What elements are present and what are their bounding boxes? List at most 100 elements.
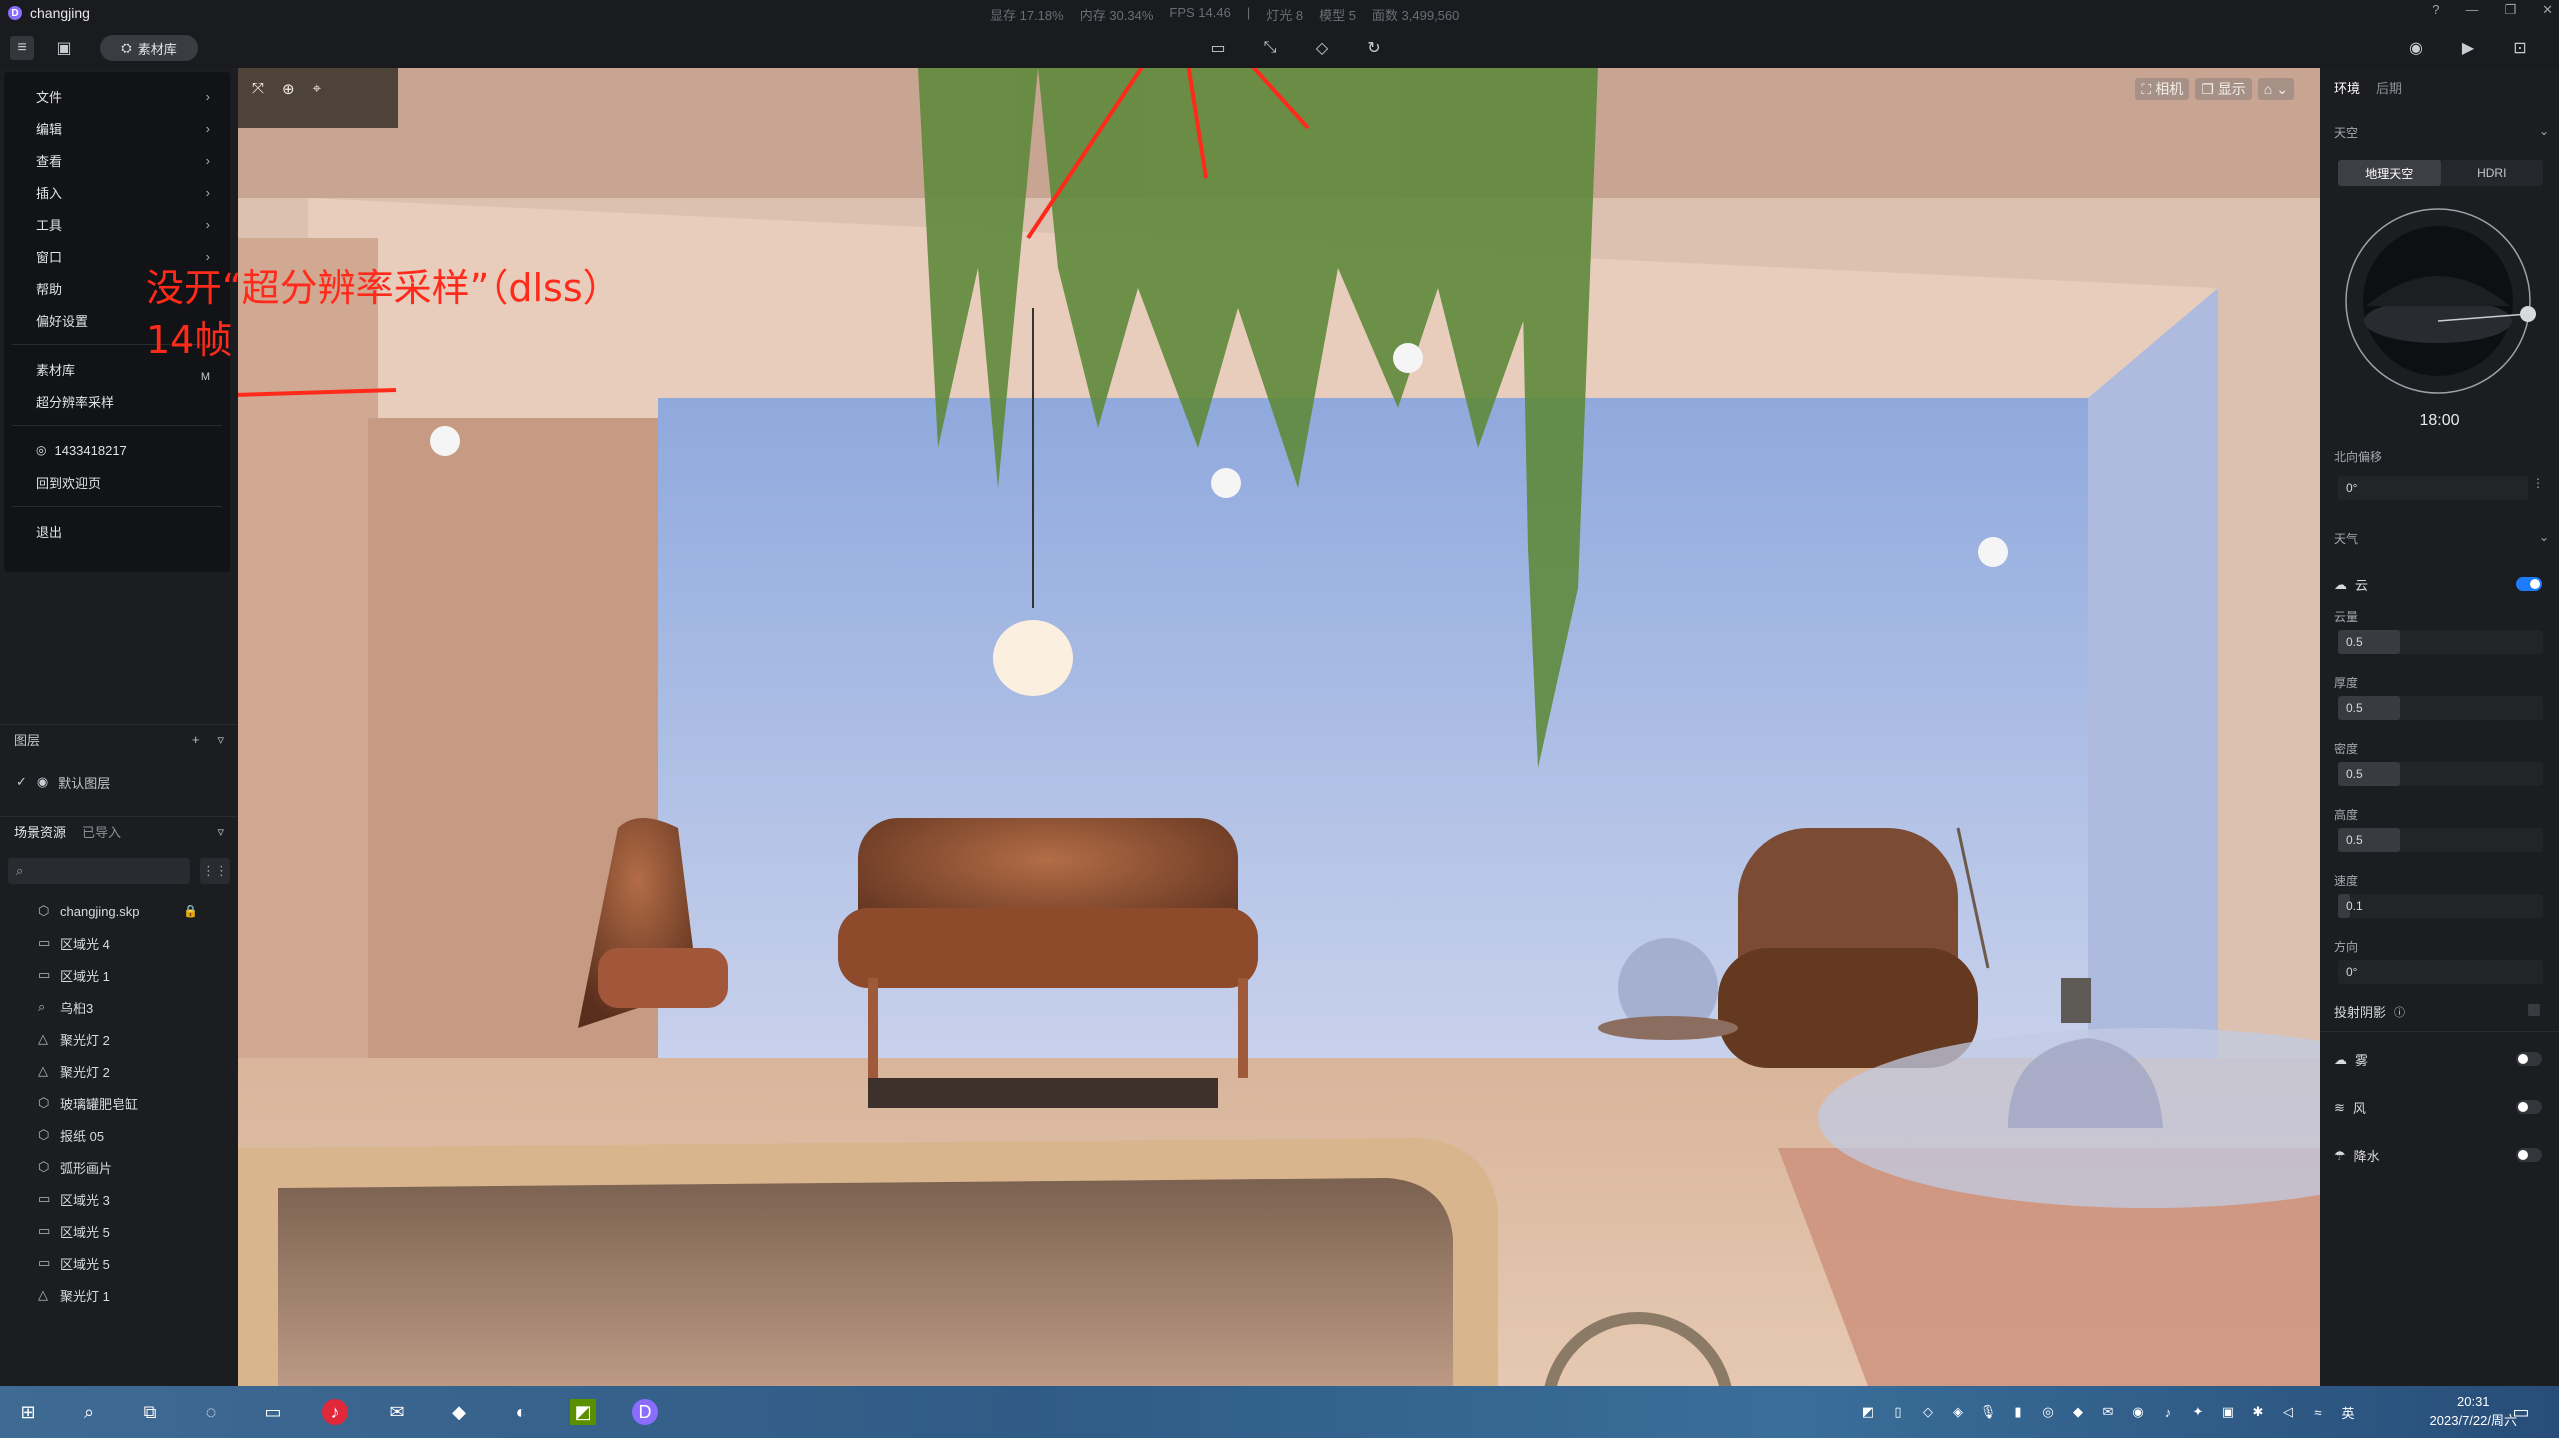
sky-mode-hdri[interactable]: HDRI [2441, 160, 2544, 186]
sketchup-icon[interactable]: ◆ [446, 1399, 472, 1425]
move-tool-icon[interactable]: ⤧ [252, 80, 264, 98]
tray-network-icon[interactable]: ≈ [2308, 1402, 2328, 1422]
tray-mic-icon[interactable]: 🎙 [1978, 1402, 1998, 1422]
asset-search-input[interactable]: ⌕ [8, 858, 190, 884]
sun-position-dial[interactable] [2338, 206, 2543, 411]
param-slider[interactable]: 0.5 [2338, 696, 2543, 720]
asset-row[interactable]: ⌕ 乌桕3 [0, 991, 238, 1023]
param-slider[interactable]: 0.5 [2338, 630, 2543, 654]
asset-row[interactable]: ⬡ changjing.skp 🔒 [0, 895, 238, 927]
close-icon[interactable]: ✕ [2542, 2, 2553, 18]
menu-item-exit[interactable]: 退出 [4, 515, 230, 547]
app-icon[interactable]: ◐ [508, 1399, 534, 1425]
rectangle-tool-icon[interactable]: ▭ [1206, 36, 1230, 60]
tray-app-icon[interactable]: ▣ [2218, 1402, 2238, 1422]
wechat-icon[interactable]: ✉ [384, 1399, 410, 1425]
new-file-icon[interactable]: ▣ [52, 36, 76, 60]
camera-button[interactable]: ⛶ 相机 [2135, 78, 2190, 100]
asset-row[interactable]: ⬡ 玻璃罐肥皂缸 [0, 1087, 238, 1119]
screenshot-camera-icon[interactable]: ◉ [2404, 36, 2428, 60]
asset-row[interactable]: △ 聚光灯 1 [0, 1279, 238, 1311]
tab-imported[interactable]: 已导入 [82, 822, 121, 841]
display-button[interactable]: ❐ 显示 [2195, 78, 2252, 100]
menu-item-insert[interactable]: 插入 › [4, 176, 230, 208]
param-slider[interactable]: 0.5 [2338, 762, 2543, 786]
paint-tool-icon[interactable]: ◇ [1310, 36, 1334, 60]
weather-section-header[interactable]: 天气 ⌄ [2334, 530, 2549, 547]
restore-icon[interactable]: ❐ [2504, 2, 2516, 18]
tray-battery-icon[interactable]: ▯ [1888, 1402, 1908, 1422]
param-slider[interactable]: 0° [2338, 960, 2543, 984]
menu-item-tools[interactable]: 工具 › [4, 208, 230, 240]
sky-mode-geo[interactable]: 地理天空 [2338, 160, 2441, 186]
minimize-icon[interactable]: — [2465, 2, 2478, 18]
menu-item-account[interactable]: ◎ 1433418217 [4, 434, 230, 466]
render-output-icon[interactable]: ⊡ [2508, 36, 2532, 60]
eye-icon[interactable]: ◉ [37, 774, 48, 790]
filter-icon[interactable]: ▿ [217, 824, 224, 840]
video-record-icon[interactable]: ▶ [2456, 36, 2480, 60]
menu-item-super-resolution[interactable]: 超分辨率采样 [4, 385, 230, 417]
cloud-toggle[interactable] [2516, 577, 2542, 591]
tray-language[interactable]: 英 [2338, 1402, 2358, 1422]
asset-row[interactable]: ▭ 区域光 5 [0, 1247, 238, 1279]
tray-nvidia-icon[interactable]: ◩ [1858, 1402, 1878, 1422]
file-explorer-icon[interactable]: ▭ [260, 1399, 286, 1425]
music-app-icon[interactable]: ♪ [322, 1399, 348, 1425]
notification-icon[interactable]: ▭ [2508, 1399, 2534, 1425]
measure-tool-icon[interactable]: ⤡ [1258, 36, 1282, 60]
asset-row[interactable]: ▭ 区域光 1 [0, 959, 238, 991]
cast-shadow-checkbox[interactable] [2528, 1004, 2540, 1016]
menu-item-edit[interactable]: 编辑 › [4, 112, 230, 144]
asset-row[interactable]: △ 聚光灯 2 [0, 1023, 238, 1055]
tab-post-processing[interactable]: 后期 [2376, 78, 2402, 97]
asset-row[interactable]: △ 聚光灯 2 [0, 1055, 238, 1087]
hamburger-menu-button[interactable]: ≡ [10, 36, 34, 60]
taskbar-clock[interactable]: 20:31 2023/7/22/周六 [2430, 1392, 2517, 1430]
asset-row[interactable]: ▭ 区域光 4 [0, 927, 238, 959]
asset-row[interactable]: ▭ 区域光 3 [0, 1183, 238, 1215]
tray-app-icon[interactable]: ◈ [1948, 1402, 1968, 1422]
more-options-icon[interactable]: ⋮ [2532, 476, 2544, 490]
north-offset-input[interactable]: 0° [2338, 476, 2528, 500]
asset-row[interactable]: ⬡ 报纸 05 [0, 1119, 238, 1151]
task-view-icon[interactable]: ⧉ [137, 1399, 163, 1425]
tray-app-icon[interactable]: ◆ [2068, 1402, 2088, 1422]
tray-bluetooth-icon[interactable]: ✱ [2248, 1402, 2268, 1422]
param-slider[interactable]: 0.1 [2338, 894, 2543, 918]
help-icon[interactable]: ? [2432, 2, 2439, 18]
view-dropdown-button[interactable]: ⌂ ⌄ [2257, 78, 2294, 100]
wind-toggle[interactable] [2516, 1100, 2542, 1114]
tray-volume-icon[interactable]: ◁ [2278, 1402, 2298, 1422]
refresh-tool-icon[interactable]: ↻ [1362, 36, 1386, 60]
rain-toggle[interactable] [2516, 1148, 2542, 1162]
lock-icon[interactable]: 🔒 [183, 904, 198, 918]
windows-start-icon[interactable]: ⊞ [15, 1399, 41, 1425]
menu-item-view[interactable]: 查看 › [4, 144, 230, 176]
tray-wechat-icon[interactable]: ✉ [2098, 1402, 2118, 1422]
param-slider[interactable]: 0.5 [2338, 828, 2543, 852]
grid-view-icon[interactable]: ⋮⋮ [200, 858, 230, 884]
tray-app-icon[interactable]: ◎ [2038, 1402, 2058, 1422]
tray-app-icon[interactable]: ◇ [1918, 1402, 1938, 1422]
menu-item-file[interactable]: 文件 › [4, 80, 230, 112]
asset-row[interactable]: ▭ 区域光 5 [0, 1215, 238, 1247]
library-button[interactable]: ⛭ 素材库 [100, 35, 198, 61]
add-layer-icon[interactable]: + [192, 732, 200, 748]
search-icon[interactable]: ⌕ [76, 1399, 102, 1425]
edge-browser-icon[interactable]: ◌ [198, 1399, 224, 1425]
fog-toggle[interactable] [2516, 1052, 2542, 1066]
tray-music-icon[interactable]: ♪ [2158, 1402, 2178, 1422]
nvidia-icon[interactable]: ◩ [570, 1399, 596, 1425]
renderer-app-icon[interactable]: D [632, 1399, 658, 1425]
tray-app-icon[interactable]: ◉ [2128, 1402, 2148, 1422]
chevron-down-icon[interactable]: ▿ [217, 732, 224, 748]
tray-usb-icon[interactable]: ▮ [2008, 1402, 2028, 1422]
globe-icon[interactable]: ⊕ [282, 80, 295, 98]
asset-row[interactable]: ⬡ 弧形画片 [0, 1151, 238, 1183]
layer-row-default[interactable]: ✓ ◉ 默认图层 [0, 767, 238, 797]
menu-item-back-home[interactable]: 回到欢迎页 [4, 466, 230, 498]
pin-icon[interactable]: ⌖ [313, 80, 321, 98]
tab-environment[interactable]: 环境 [2334, 78, 2360, 97]
tray-app-icon[interactable]: ✦ [2188, 1402, 2208, 1422]
